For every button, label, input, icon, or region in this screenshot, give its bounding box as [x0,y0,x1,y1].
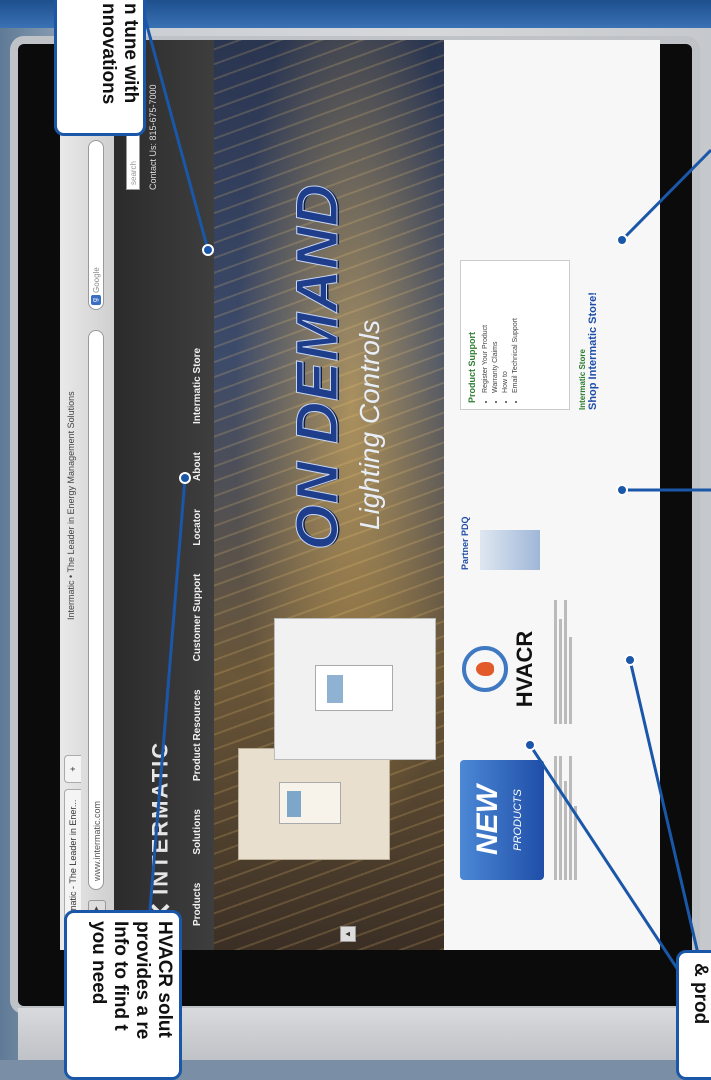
callout-new-products: n tune with nnovations [54,0,146,136]
callout-dot [202,244,214,256]
callout-dot [524,739,536,751]
callout-text: HVACR solut provides a re Info to find t… [88,921,175,1040]
callout-dot [616,484,628,496]
callout-text: n tune with nnovations [98,3,141,105]
callout-products: & prod [676,950,711,1080]
callout-dot [179,472,191,484]
callout-connectors [138,0,711,1021]
callout-text: & prod [690,963,711,1025]
callout-dot [624,654,636,666]
callout-hvacr: HVACR solut provides a re Info to find t… [64,910,182,1080]
callout-dot [616,234,628,246]
